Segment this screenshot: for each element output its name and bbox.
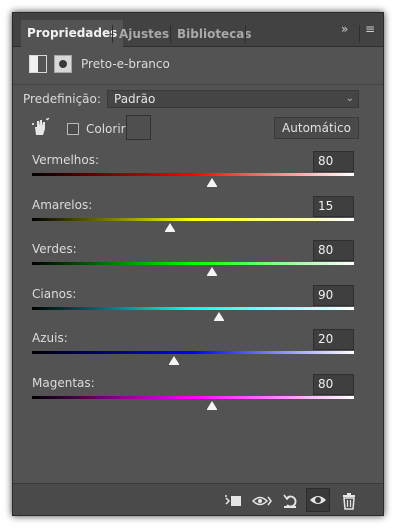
slider-label: Verdes:	[32, 242, 77, 256]
slider-track[interactable]	[32, 173, 354, 176]
view-previous-state-icon[interactable]	[252, 492, 272, 510]
adjustment-layer-icon[interactable]	[29, 55, 47, 73]
trash-icon[interactable]	[339, 492, 359, 510]
tab-propriedades[interactable]: Propriedades	[21, 20, 124, 47]
automatico-button[interactable]: Automático	[274, 117, 359, 139]
panel-menu-icon[interactable]: ≡	[365, 22, 375, 36]
slider-thumb[interactable]	[168, 356, 179, 365]
collapse-panels-icon[interactable]: »	[341, 22, 348, 36]
slider-thumb[interactable]	[207, 401, 218, 410]
preset-dropdown[interactable]: Padrão ⌄	[107, 90, 359, 108]
slider-value-input[interactable]: 80	[313, 151, 354, 172]
preset-label: Predefinição:	[23, 92, 101, 106]
slider-label: Vermelhos:	[32, 153, 100, 167]
colorir-checkbox[interactable]	[67, 123, 79, 135]
slider-track[interactable]	[32, 262, 354, 265]
tint-color-swatch[interactable]	[126, 115, 151, 140]
slider-value-input[interactable]: 15	[313, 196, 354, 217]
slider-label: Magentas:	[32, 376, 95, 390]
tab-ajustes[interactable]: Ajustes	[113, 21, 175, 46]
slider-thumb[interactable]	[213, 312, 224, 321]
slider-value-input[interactable]: 80	[313, 240, 354, 261]
slider-value-input[interactable]: 20	[313, 329, 354, 350]
preset-value: Padrão	[114, 92, 156, 106]
header-divider	[13, 84, 383, 85]
slider-thumb[interactable]	[207, 178, 218, 187]
slider-value-input[interactable]: 90	[313, 285, 354, 306]
adjustment-title: Preto-e-branco	[81, 57, 170, 71]
slider-track[interactable]	[32, 307, 354, 310]
slider-label: Cianos:	[32, 287, 77, 301]
slider-label: Azuis:	[32, 331, 68, 345]
tab-separator	[245, 25, 246, 43]
clip-to-layer-icon[interactable]	[223, 492, 243, 510]
layer-mask-icon[interactable]	[54, 55, 72, 73]
slider-thumb[interactable]	[207, 267, 218, 276]
panel-bottom-bar	[13, 483, 383, 515]
slider-track[interactable]	[32, 351, 354, 354]
chevron-down-icon: ⌄	[345, 93, 354, 104]
visibility-button[interactable]	[306, 488, 330, 512]
slider-label: Amarelos:	[32, 198, 93, 212]
panel-tab-bar: Propriedades Ajustes Bibliotecas » ≡	[13, 13, 383, 47]
tab-separator	[359, 25, 360, 43]
targeted-adjustment-hand-icon[interactable]	[30, 117, 50, 137]
reset-icon[interactable]	[281, 492, 301, 510]
slider-track[interactable]	[32, 396, 354, 399]
visibility-eye-icon	[310, 496, 326, 504]
slider-thumb[interactable]	[165, 223, 176, 232]
properties-panel: Propriedades Ajustes Bibliotecas » ≡ Pre…	[12, 12, 384, 516]
colorir-label: Colorir	[86, 122, 126, 136]
slider-track[interactable]	[32, 218, 354, 221]
slider-value-input[interactable]: 80	[313, 374, 354, 395]
